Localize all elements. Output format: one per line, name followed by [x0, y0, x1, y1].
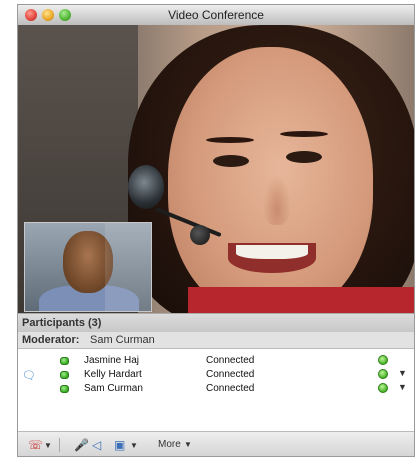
nose — [263, 175, 291, 225]
right-brow — [280, 131, 328, 137]
left-brow — [206, 137, 254, 143]
window-title: Video Conference — [168, 8, 264, 22]
chat-bubble-icon[interactable]: 🗨 — [22, 369, 36, 382]
video-conference-window: Video Conference Participants (3) Modera… — [17, 4, 415, 457]
self-view-glare — [105, 223, 151, 311]
toolbar-divider — [59, 438, 60, 452]
phone-hangup-icon[interactable]: ☏ — [28, 438, 43, 452]
hangup-menu-chevron-icon[interactable]: ▼ — [44, 441, 52, 450]
participant-name: Jasmine Haj — [84, 355, 140, 366]
participant-status: Connected — [206, 383, 255, 394]
volume-indicator-icon — [378, 355, 388, 365]
right-eye — [286, 151, 322, 163]
participants-title: Participants (3) — [22, 317, 102, 329]
participant-menu-chevron-icon[interactable]: ▼ — [398, 382, 407, 392]
participants-header[interactable]: Participants (3) — [18, 313, 414, 333]
microphone-icon[interactable]: 🎤 — [74, 438, 89, 452]
volume-indicator-icon — [378, 383, 388, 393]
remote-participant-shirt — [188, 287, 414, 313]
speaker-icon[interactable]: ◁ — [92, 438, 101, 452]
main-video-feed — [18, 25, 414, 313]
presence-green-icon — [60, 371, 69, 379]
more-chevron-icon[interactable]: ▼ — [184, 440, 192, 449]
more-button[interactable]: More — [158, 439, 181, 450]
title-bar: Video Conference — [18, 5, 414, 26]
participant-row[interactable]: Jasmine Haj Connected — [18, 355, 414, 369]
call-toolbar: ☏ ▼ 🎤 ◁ ▣ ▼ More ▼ — [18, 431, 414, 456]
headset-mic — [190, 225, 210, 245]
left-eye — [213, 155, 249, 167]
participant-name: Kelly Hardart — [84, 369, 142, 380]
moderator-row: Moderator: Sam Curman — [18, 332, 414, 349]
headset-icon — [128, 165, 164, 209]
teeth — [236, 245, 308, 259]
participant-menu-chevron-icon[interactable]: ▼ — [398, 368, 407, 378]
camera-menu-chevron-icon[interactable]: ▼ — [130, 441, 138, 450]
moderator-name: Sam Curman — [90, 334, 155, 346]
participant-list: Jasmine Haj Connected 🗨 Kelly Hardart Co… — [18, 349, 414, 432]
participant-row[interactable]: Sam Curman Connected ▼ — [18, 382, 414, 397]
volume-indicator-icon — [378, 369, 388, 379]
moderator-label: Moderator: — [22, 334, 80, 346]
self-view-video[interactable] — [24, 222, 152, 312]
presence-green-icon — [60, 385, 69, 393]
participant-name: Sam Curman — [84, 383, 143, 394]
participant-status: Connected — [206, 355, 255, 366]
participant-row[interactable]: 🗨 Kelly Hardart Connected ▼ — [18, 368, 414, 383]
presence-green-icon — [60, 357, 69, 365]
participant-status: Connected — [206, 369, 255, 380]
video-camera-icon[interactable]: ▣ — [114, 438, 125, 452]
